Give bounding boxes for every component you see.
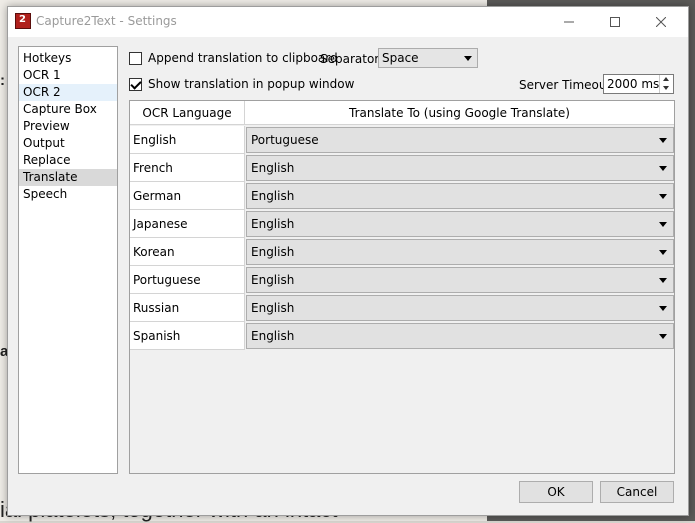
table-row: Japanese English [130, 210, 675, 238]
translate-to-value: English [251, 301, 295, 315]
table-row: Russian English [130, 294, 675, 322]
ocr-language-cell[interactable]: Spanish [130, 322, 245, 350]
spin-up-icon[interactable] [663, 77, 669, 81]
separator-select[interactable]: Space [378, 48, 478, 68]
column-header-ocr-language[interactable]: OCR Language [130, 101, 245, 125]
dropdown-arrow-icon [659, 250, 667, 255]
ocr-language-cell[interactable]: English [130, 126, 245, 154]
ocr-language-cell[interactable]: Japanese [130, 210, 245, 238]
app-icon: 2 [15, 13, 31, 29]
ocr-language-cell[interactable]: German [130, 182, 245, 210]
close-icon [656, 16, 666, 27]
dropdown-arrow-icon [659, 138, 667, 143]
server-timeout-label: Server Timeout: [519, 78, 616, 92]
close-button[interactable] [638, 7, 684, 36]
translate-to-value: English [251, 217, 295, 231]
dropdown-arrow-icon [659, 222, 667, 227]
translate-to-select[interactable]: English [246, 239, 674, 265]
server-timeout-spinbox[interactable]: 2000 ms [603, 74, 674, 94]
table-row: Spanish English [130, 322, 675, 350]
dropdown-arrow-icon [659, 334, 667, 339]
dropdown-arrow-icon [659, 194, 667, 199]
cancel-button[interactable]: Cancel [600, 481, 674, 503]
table-row: French English [130, 154, 675, 182]
maximize-icon [610, 16, 620, 27]
nav-item-replace[interactable]: Replace [19, 152, 117, 169]
append-translation-checkbox[interactable] [129, 51, 142, 65]
translation-table: OCR Language Translate To (using Google … [129, 100, 675, 474]
settings-nav-list: Hotkeys OCR 1 OCR 2 Capture Box Preview … [18, 46, 118, 474]
translate-to-value: Portuguese [251, 133, 319, 147]
dropdown-arrow-icon [659, 278, 667, 283]
title-bar: 2 Capture2Text - Settings [8, 7, 688, 37]
minimize-icon [564, 21, 574, 22]
table-row: Portuguese English [130, 266, 675, 294]
table-row: English Portuguese [130, 126, 675, 154]
nav-item-ocr2[interactable]: OCR 2 [19, 84, 117, 101]
settings-dialog: 2 Capture2Text - Settings Hotkeys OCR 1 … [7, 6, 689, 516]
translate-to-value: English [251, 161, 295, 175]
table-header: OCR Language Translate To (using Google … [130, 101, 674, 125]
translate-to-value: English [251, 189, 295, 203]
show-popup-option[interactable]: Show translation in popup window [129, 77, 354, 91]
dropdown-arrow-icon [659, 166, 667, 171]
dropdown-arrow-icon [464, 56, 472, 61]
dropdown-arrow-icon [659, 306, 667, 311]
spin-buttons[interactable] [659, 75, 673, 93]
append-translation-label: Append translation to clipboard [148, 51, 338, 65]
translate-to-value: English [251, 245, 295, 259]
table-row: German English [130, 182, 675, 210]
show-popup-label: Show translation in popup window [148, 77, 355, 91]
translate-to-select[interactable]: English [246, 211, 674, 237]
nav-item-output[interactable]: Output [19, 135, 117, 152]
nav-item-translate[interactable]: Translate [19, 169, 117, 186]
ocr-language-cell[interactable]: Korean [130, 238, 245, 266]
maximize-button[interactable] [592, 7, 638, 36]
translate-to-select[interactable]: English [246, 323, 674, 349]
separator-value: Space [382, 51, 419, 65]
spin-down-icon[interactable] [663, 86, 669, 90]
translate-to-select[interactable]: English [246, 183, 674, 209]
server-timeout-value: 2000 ms [607, 77, 660, 91]
translate-to-value: English [251, 273, 295, 287]
translate-to-select[interactable]: English [246, 295, 674, 321]
append-translation-option[interactable]: Append translation to clipboard [129, 51, 338, 65]
minimize-button[interactable] [546, 7, 592, 36]
translate-to-select[interactable]: English [246, 267, 674, 293]
ocr-language-cell[interactable]: French [130, 154, 245, 182]
ocr-language-cell[interactable]: Russian [130, 294, 245, 322]
translate-to-select[interactable]: Portuguese [246, 127, 674, 153]
nav-item-hotkeys[interactable]: Hotkeys [19, 50, 117, 67]
nav-item-preview[interactable]: Preview [19, 118, 117, 135]
nav-item-speech[interactable]: Speech [19, 186, 117, 203]
ocr-language-cell[interactable]: Portuguese [130, 266, 245, 294]
table-row: Korean English [130, 238, 675, 266]
translate-to-value: English [251, 329, 295, 343]
window-title: Capture2Text - Settings [36, 14, 177, 28]
column-header-translate-to[interactable]: Translate To (using Google Translate) [245, 101, 674, 125]
separator-label: Separator: [320, 52, 384, 66]
translate-to-select[interactable]: English [246, 155, 674, 181]
app-icon-text: 2 [19, 14, 26, 25]
ok-button[interactable]: OK [519, 481, 593, 503]
background-text-fragment: : [0, 72, 5, 89]
nav-item-capture-box[interactable]: Capture Box [19, 101, 117, 118]
show-popup-checkbox[interactable] [129, 77, 142, 91]
nav-item-ocr1[interactable]: OCR 1 [19, 67, 117, 84]
